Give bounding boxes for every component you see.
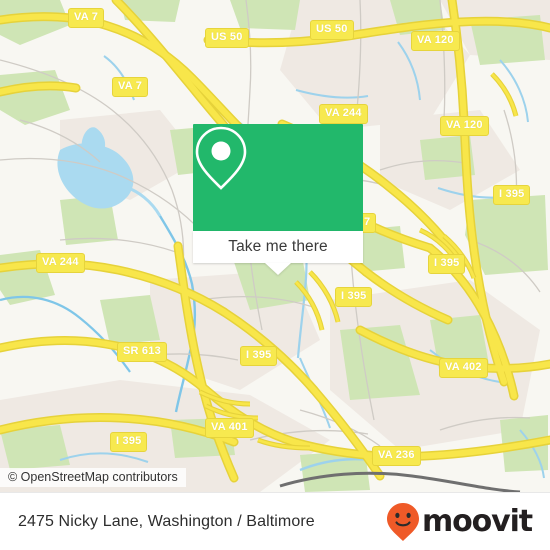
road-shield-va-120: VA 120 <box>440 116 489 136</box>
take-me-there-button[interactable]: Take me there <box>193 231 363 263</box>
road-shield-i-395: I 395 <box>428 254 466 274</box>
road-shield-i-395: I 395 <box>335 287 373 307</box>
road-shield-us-50: US 50 <box>310 20 354 40</box>
road-shield-us-50: US 50 <box>205 28 249 48</box>
footer-bar: 2475 Nicky Lane, Washington / Baltimore … <box>0 492 550 550</box>
map-screenshot: VA 7 US 50 US 50 VA 120 VA 7 VA 244 VA 120 I 39… <box>0 0 550 550</box>
road-shield-va-7: VA 7 <box>112 77 149 97</box>
address-title: 2475 Nicky Lane, Washington / Baltimore <box>18 512 315 530</box>
take-me-there-label: Take me there <box>228 238 328 255</box>
road-shield-i-395: I 395 <box>493 185 531 205</box>
road-shield-va-401: VA 401 <box>205 418 254 438</box>
road-shield-va-402: VA 402 <box>439 358 488 378</box>
road-shield-i-395: I 395 <box>240 346 278 366</box>
moovit-wordmark: moovit <box>421 503 533 539</box>
road-shield-va-244: VA 244 <box>36 253 85 273</box>
callout-image-area <box>193 124 363 231</box>
moovit-brand[interactable]: moovit <box>386 502 533 542</box>
moovit-smiley-pin-icon <box>386 502 419 541</box>
road-shield-va-236: VA 236 <box>372 446 421 466</box>
road-shield-sr-613: SR 613 <box>117 342 167 362</box>
map-canvas[interactable]: VA 7 US 50 US 50 VA 120 VA 7 VA 244 VA 120 I 39… <box>0 0 550 492</box>
location-callout-card[interactable]: Take me there <box>193 124 363 275</box>
road-shield-i-395: I 395 <box>110 432 148 452</box>
map-attribution[interactable]: © OpenStreetMap contributors <box>0 468 186 487</box>
callout-pointer <box>265 263 291 275</box>
road-shield-va-244: VA 244 <box>319 104 368 124</box>
location-pin-icon <box>195 126 247 190</box>
road-shield-va-120: VA 120 <box>411 31 460 51</box>
road-shield-va-7: VA 7 <box>68 8 105 28</box>
